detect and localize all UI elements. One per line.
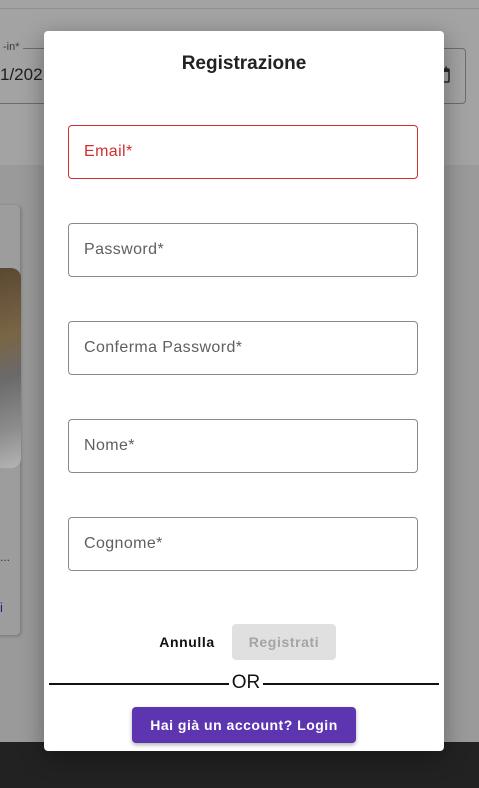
password-field-placeholder: Password* xyxy=(84,241,165,258)
email-field[interactable]: Email* xyxy=(68,125,418,179)
divider-text: OR xyxy=(231,672,261,693)
first-name-field[interactable]: Nome* xyxy=(68,419,418,473)
registration-dialog: Registrazione Email* Password* Conferma … xyxy=(44,31,444,751)
register-button[interactable]: Registrati xyxy=(232,624,336,660)
card-link: i xyxy=(0,600,3,615)
password-field[interactable]: Password* xyxy=(68,223,418,277)
divider-line-left xyxy=(49,683,229,685)
divider-line-right xyxy=(263,683,439,685)
dialog-title: Registrazione xyxy=(181,53,307,74)
email-field-placeholder: Email* xyxy=(84,143,133,160)
last-name-field[interactable]: Cognome* xyxy=(68,517,418,571)
confirm-password-field-placeholder: Conferma Password* xyxy=(84,339,243,356)
background-divider xyxy=(0,8,479,9)
hotel-room-image xyxy=(0,268,21,468)
card-description-ellipsis: ... xyxy=(0,550,11,564)
dialog-actions: Annulla Registrati xyxy=(44,624,444,660)
login-button[interactable]: Hai già un account? Login xyxy=(132,707,356,743)
checkin-date-value: 1/202 xyxy=(0,65,43,84)
first-name-field-placeholder: Nome* xyxy=(84,437,135,454)
cancel-button[interactable]: Annulla xyxy=(152,624,222,660)
or-divider: OR xyxy=(49,672,439,696)
confirm-password-field[interactable]: Conferma Password* xyxy=(68,321,418,375)
checkin-date-label: -in* xyxy=(0,41,23,53)
last-name-field-placeholder: Cognome* xyxy=(84,535,163,552)
